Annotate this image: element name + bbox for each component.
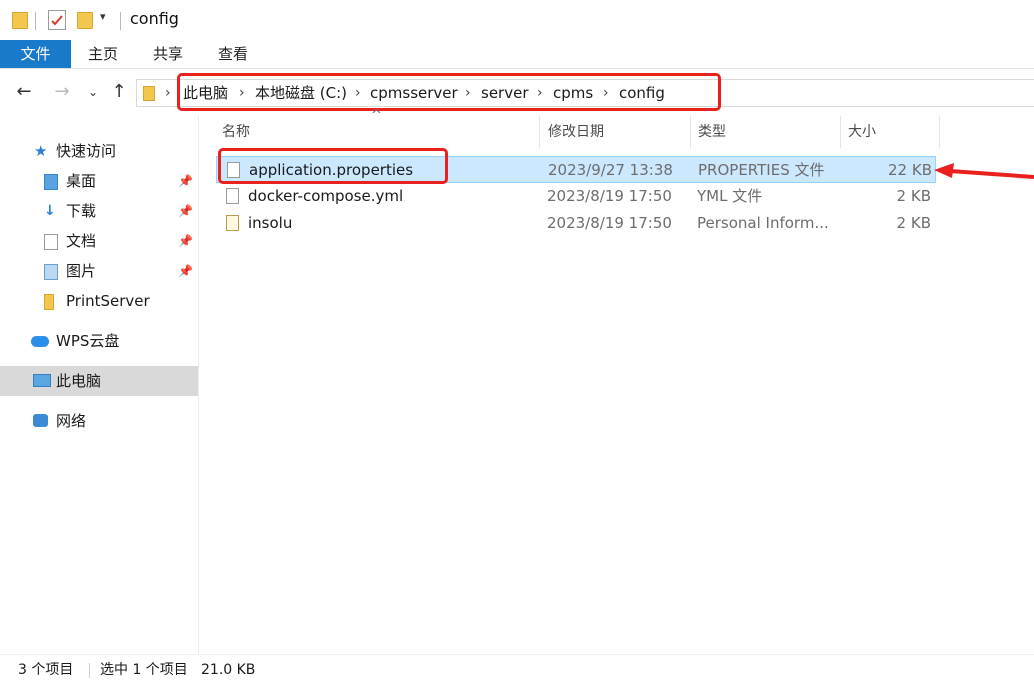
qat-divider — [35, 12, 36, 30]
file-name: insolu — [248, 214, 293, 232]
table-row[interactable]: docker-compose.yml 2023/8/19 17:50 YML 文… — [216, 183, 936, 210]
file-date: 2023/9/27 13:38 — [548, 161, 673, 179]
annotation-arrow — [934, 163, 1034, 179]
back-arrow-icon[interactable]: ← — [12, 69, 36, 115]
tab-share[interactable]: 共享 — [145, 40, 191, 68]
up-arrow-icon[interactable]: ↑ — [108, 69, 130, 115]
file-size: 2 KB — [896, 187, 931, 205]
recent-dropdown-icon[interactable]: ⌄ — [84, 69, 102, 115]
computer-icon — [33, 374, 51, 387]
network-icon — [33, 414, 48, 427]
file-type: YML 文件 — [697, 187, 763, 205]
location-folder-icon — [143, 86, 155, 101]
column-header-type[interactable]: 类型 — [698, 116, 726, 148]
tab-file[interactable]: 文件 — [0, 40, 71, 68]
status-selection: 选中 1 个项目 — [100, 662, 188, 678]
column-divider[interactable] — [939, 116, 940, 148]
file-type: Personal Inform... — [697, 214, 829, 232]
status-item-count: 3 个项目 — [18, 662, 74, 678]
sidebar-item-quick-access[interactable]: ★ 快速访问 — [0, 136, 198, 166]
sidebar-item-this-pc[interactable]: 此电脑 — [0, 366, 198, 396]
download-folder-icon: ↓ — [44, 203, 56, 219]
file-icon — [226, 188, 239, 204]
pin-icon[interactable]: 📌 — [178, 226, 193, 256]
file-list: ^ 名称 修改日期 类型 大小 application.properties 2… — [199, 108, 1034, 654]
sidebar-item-label: 下载 — [66, 202, 97, 220]
window-title: config — [130, 9, 179, 28]
sidebar-item-label: 此电脑 — [56, 372, 102, 390]
status-divider — [89, 663, 90, 678]
title-divider — [120, 12, 121, 30]
sidebar-item-label: 文档 — [66, 232, 97, 250]
file-type: PROPERTIES 文件 — [698, 161, 825, 179]
column-header-name[interactable]: 名称 — [222, 116, 250, 148]
tab-view[interactable]: 查看 — [210, 40, 256, 68]
file-date: 2023/8/19 17:50 — [547, 187, 672, 205]
sidebar-item-label: PrintServer — [66, 292, 150, 310]
sidebar-item-desktop[interactable]: 桌面 📌 — [0, 166, 198, 196]
documents-folder-icon — [44, 234, 58, 250]
cloud-icon — [31, 336, 49, 347]
chevron-right-icon[interactable]: › — [165, 80, 171, 106]
desktop-folder-icon — [44, 174, 58, 190]
sidebar-item-pictures[interactable]: 图片 📌 — [0, 256, 198, 286]
sidebar-item-wps-cloud[interactable]: WPS云盘 — [0, 326, 198, 356]
sidebar-item-label: 快速访问 — [56, 142, 117, 160]
file-size: 22 KB — [888, 161, 932, 179]
pin-icon[interactable]: 📌 — [178, 256, 193, 286]
sidebar-item-documents[interactable]: 文档 📌 — [0, 226, 198, 256]
navigation-pane: ★ 快速访问 桌面 📌 ↓ 下载 📌 文档 📌 图片 📌 PrintServer… — [0, 116, 199, 654]
column-header-size[interactable]: 大小 — [848, 116, 876, 148]
sidebar-item-label: 网络 — [56, 412, 87, 430]
sort-ascending-icon: ^ — [371, 108, 382, 123]
sidebar-item-printserver[interactable]: PrintServer — [0, 286, 198, 316]
table-row[interactable]: insolu 2023/8/19 17:50 Personal Inform..… — [216, 210, 936, 237]
personal-info-file-icon — [226, 215, 239, 231]
tab-home[interactable]: 主页 — [80, 40, 126, 68]
customize-dropdown-icon[interactable]: ▾ — [100, 10, 106, 23]
folder-icon — [44, 294, 54, 310]
column-divider[interactable] — [840, 116, 841, 148]
column-divider[interactable] — [539, 116, 540, 148]
status-bar: 3 个项目 选中 1 个项目 21.0 KB — [0, 654, 1034, 686]
status-selection-size: 21.0 KB — [201, 662, 256, 678]
properties-check-icon[interactable] — [48, 10, 66, 30]
sidebar-item-downloads[interactable]: ↓ 下载 📌 — [0, 196, 198, 226]
annotation-highlight-path — [177, 73, 721, 111]
new-folder-icon[interactable] — [77, 12, 93, 29]
sidebar-item-label: WPS云盘 — [56, 332, 120, 350]
title-bar: ▾ config — [0, 0, 1034, 40]
pictures-folder-icon — [44, 264, 58, 280]
ribbon-tabs: 文件 主页 共享 查看 — [0, 40, 1034, 69]
sidebar-item-label: 图片 — [66, 262, 97, 280]
forward-arrow-icon[interactable]: → — [50, 69, 74, 115]
sidebar-item-label: 桌面 — [66, 172, 97, 190]
annotation-highlight-file — [218, 148, 448, 184]
column-divider[interactable] — [690, 116, 691, 148]
file-name: docker-compose.yml — [248, 187, 404, 205]
sidebar-item-network[interactable]: 网络 — [0, 406, 198, 436]
star-icon: ★ — [34, 142, 48, 160]
file-size: 2 KB — [896, 214, 931, 232]
pin-icon[interactable]: 📌 — [178, 196, 193, 226]
column-header-date[interactable]: 修改日期 — [548, 116, 604, 148]
folder-icon — [12, 12, 28, 29]
address-row: ← → ⌄ ↑ › 此电脑 › 本地磁盘 (C:) › cpmsserver ›… — [0, 69, 1034, 115]
file-date: 2023/8/19 17:50 — [547, 214, 672, 232]
pin-icon[interactable]: 📌 — [178, 166, 193, 196]
